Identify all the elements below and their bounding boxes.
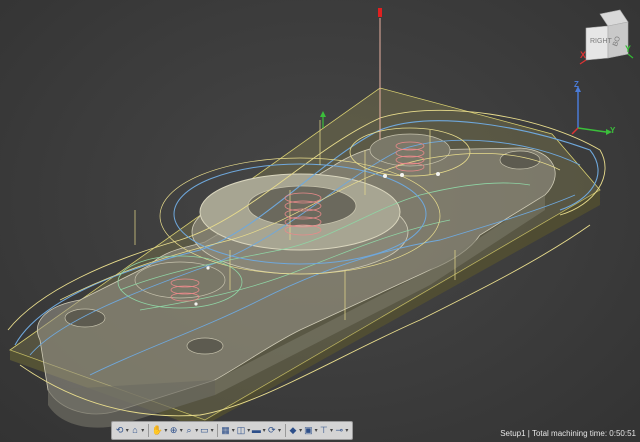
chevron-down-icon[interactable]: ▾ <box>195 423 199 438</box>
status-bar: Setup1 | Total machining time: 0:50:51 <box>500 429 636 438</box>
chevron-down-icon[interactable]: ▾ <box>179 423 183 438</box>
toolpath-icon[interactable]: ◆ <box>288 423 297 438</box>
triad-y-label: Y <box>610 126 616 135</box>
toolbar-separator <box>147 424 149 437</box>
viewcube-y-label: Y <box>625 44 632 54</box>
wcs-triad <box>571 86 612 135</box>
machining-time: Total machining time: 0:50:51 <box>531 429 636 438</box>
hole-left <box>64 308 106 328</box>
viewports-icon[interactable]: ◫ <box>236 423 246 438</box>
viewcube-right-label: RIGHT <box>590 38 612 45</box>
machine-icon[interactable]: ▣ <box>304 423 313 438</box>
tool-icon[interactable]: ⊤ <box>319 423 328 438</box>
chevron-down-icon[interactable]: ▾ <box>247 423 251 438</box>
navigation-toolbar: ⟲ ▾ ⌂ ▾ ✋ ▾ ⊕ ▾ ⌕ ▾ ▭ ▾ ▦ ▾ ◫ ▾ ▬ ▾ ⟳ ▾ ◆ ▾ ▣ ▾ ⊤ ▾ ⊸ ▾ <box>111 421 353 440</box>
grid-icon[interactable]: ▦ <box>221 423 230 438</box>
boss-hole <box>247 185 357 227</box>
chevron-down-icon[interactable]: ▾ <box>329 423 333 438</box>
chevron-down-icon[interactable]: ▾ <box>277 423 281 438</box>
look-at-icon[interactable]: ⌂ <box>130 423 139 438</box>
setup-name: Setup1 <box>500 429 526 438</box>
cam-scene[interactable] <box>0 0 640 442</box>
zoom-icon[interactable]: ⊕ <box>169 423 178 438</box>
simulation-icon[interactable]: ⟳ <box>267 423 276 438</box>
display-settings-icon[interactable]: ▭ <box>200 423 209 438</box>
toolbar-separator <box>217 424 218 437</box>
origin-axis-marker <box>320 111 326 128</box>
chevron-down-icon[interactable]: ▾ <box>164 423 168 438</box>
chevron-down-icon[interactable]: ▾ <box>262 423 266 438</box>
chevron-down-icon[interactable]: ▾ <box>231 423 235 438</box>
viewcube[interactable]: RIGHT BO X Y <box>578 8 638 76</box>
toolbar-separator <box>284 424 286 437</box>
pan-icon[interactable]: ✋ <box>152 423 163 438</box>
stock-icon[interactable]: ▬ <box>252 423 261 438</box>
hole-front <box>186 337 224 355</box>
triad-z-label: Z <box>574 80 579 89</box>
chevron-down-icon[interactable]: ▾ <box>141 423 145 438</box>
cam-3d-viewport[interactable]: RIGHT BO X Y Z Y ⟲ ▾ ⌂ ▾ ✋ ▾ ⊕ ▾ ⌕ ▾ ▭ ▾ ▦ ▾ ◫ ▾ ▬ ▾ ⟳ ▾ ◆ ▾ ▣… <box>0 0 640 442</box>
chevron-down-icon[interactable]: ▾ <box>299 423 303 438</box>
chevron-down-icon[interactable]: ▾ <box>314 423 318 438</box>
orbit-icon[interactable]: ⟲ <box>115 423 124 438</box>
status-separator: | <box>527 429 530 438</box>
chevron-down-icon[interactable]: ▾ <box>345 423 349 438</box>
chevron-down-icon[interactable]: ▾ <box>210 423 214 438</box>
tolerance-icon[interactable]: ⊸ <box>335 423 344 438</box>
viewcube-x-label: X <box>580 50 587 60</box>
fit-icon[interactable]: ⌕ <box>184 423 193 438</box>
chevron-down-icon[interactable]: ▾ <box>125 423 129 438</box>
